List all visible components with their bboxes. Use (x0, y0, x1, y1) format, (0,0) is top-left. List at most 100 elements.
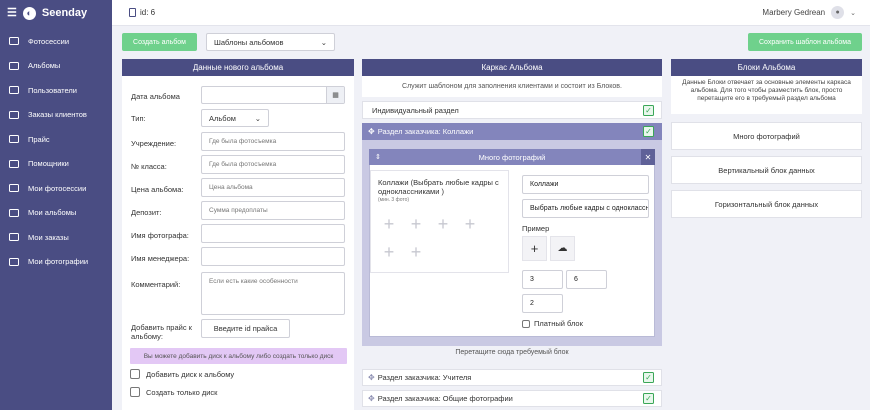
id-label: id: 6 (140, 8, 156, 17)
disk-info-note: Вы можете добавить диск к альбому либо с… (130, 348, 347, 364)
chevron-down-icon: ⌄ (254, 113, 261, 123)
price-field[interactable]: Цена альбома (201, 178, 345, 197)
sidebar-item-users[interactable]: Пользователи (0, 78, 112, 103)
drag-handle-icon[interactable]: ✥ (368, 394, 375, 403)
helpers-icon (9, 159, 19, 168)
sidebar-item-price[interactable]: Прайс (0, 127, 112, 152)
block-desc-field[interactable]: Выбрать любые кадры с одноклассн (522, 199, 649, 218)
cloud-upload-icon: ☁ (557, 243, 568, 254)
add-photo-icon[interactable]: + (405, 241, 427, 263)
price-icon (9, 135, 19, 144)
sidebar-item-helpers[interactable]: Помощники (0, 152, 112, 177)
comment-label: Комментарий: (131, 280, 181, 289)
type-label: Тип: (131, 114, 146, 123)
max-photos-field[interactable]: 6 (566, 270, 607, 289)
sidebar-item-label: Мои заказы (28, 232, 69, 242)
only-disk-label: Создать только диск (146, 387, 218, 397)
checkbox[interactable] (130, 387, 140, 397)
type-select[interactable]: Альбом ⌄ (201, 109, 269, 127)
client-section-label: Раздел заказчика: Учителя (377, 373, 472, 382)
block-name-field[interactable]: Коллажи (522, 175, 649, 194)
photographer-field[interactable] (201, 224, 345, 243)
comment-field[interactable]: Если есть какие особенности (201, 272, 345, 315)
drag-handle-icon[interactable]: ⇕ (375, 153, 381, 161)
paid-block-checkbox[interactable]: Платный блок (522, 319, 583, 328)
calendar-icon[interactable]: ▦ (326, 87, 344, 103)
sidebar-nav: Фотосессии Альбомы Пользователи Заказы к… (0, 29, 112, 274)
add-photo-icon[interactable]: + (432, 213, 454, 235)
date-field[interactable]: ▦ (201, 86, 345, 104)
sidebar-item-albums[interactable]: Альбомы (0, 54, 112, 79)
client-section-common[interactable]: ✥ Раздел заказчика: Общие фотографии ✓ (362, 390, 662, 407)
sidebar-item-label: Мои фотосессии (28, 183, 87, 193)
client-orders-icon (9, 110, 19, 119)
sidebar-item-photosessions[interactable]: Фотосессии (0, 29, 112, 54)
close-icon[interactable]: ✕ (641, 149, 655, 165)
albums-icon (9, 61, 19, 70)
manager-field[interactable] (201, 247, 345, 266)
sidebar-item-label: Альбомы (28, 61, 61, 71)
add-photo-icon[interactable]: + (459, 213, 481, 235)
sidebar-item-my-photosessions[interactable]: Мои фотосессии (0, 176, 112, 201)
id-indicator: id: 6 (129, 8, 155, 17)
collage-min: (мин. 3 фото) (378, 197, 410, 203)
class-field[interactable]: Где была фотосъемка (201, 155, 345, 174)
save-template-button[interactable]: Сохранить шаблон альбома (748, 33, 862, 51)
drag-handle-icon[interactable]: ✥ (368, 373, 375, 382)
block-item-horizontal-data[interactable]: Горизонтальный блок данных (671, 190, 862, 218)
price-id-button[interactable]: Введите id прайса (201, 319, 290, 338)
user-menu[interactable]: Marbery Gedrean ● ⌄ (762, 6, 856, 19)
client-section-teachers[interactable]: ✥ Раздел заказчика: Учителя ✓ (362, 369, 662, 386)
date-label: Дата альбома (131, 92, 180, 101)
add-photo-icon[interactable]: + (405, 213, 427, 235)
check-icon[interactable]: ✓ (643, 393, 654, 404)
new-album-title: Данные нового альбома (122, 59, 354, 76)
block-item-many-photos[interactable]: Много фотографий (671, 122, 862, 150)
sidebar-item-client-orders[interactable]: Заказы клиентов (0, 103, 112, 128)
sidebar-item-my-albums[interactable]: Мои альбомы (0, 201, 112, 226)
checkbox[interactable] (522, 319, 530, 328)
manager-label: Имя менеджера: (131, 254, 190, 263)
skeleton-subtitle: Служит шаблоном для заполнения клиентами… (362, 76, 662, 97)
brand[interactable]: ☰ ◐ Seenday (0, 0, 112, 26)
sidebar-item-label: Прайс (28, 134, 50, 144)
plus-icon: + (530, 241, 539, 256)
photosessions-icon (9, 37, 19, 46)
price-label: Цена альбома: (131, 185, 184, 194)
my-photosessions-icon (9, 184, 19, 193)
check-icon[interactable]: ✓ (643, 104, 654, 116)
checkbox[interactable] (130, 369, 140, 379)
only-disk-checkbox[interactable]: Создать только диск (130, 387, 217, 397)
sidebar-item-my-orders[interactable]: Мои заказы (0, 225, 112, 250)
check-icon[interactable]: ✓ (643, 372, 654, 383)
individual-section[interactable]: Индивидуальный раздел ✓ (362, 101, 662, 119)
sidebar-item-label: Мои альбомы (28, 208, 77, 218)
photographer-label: Имя фотографа: (131, 231, 189, 240)
deposit-field[interactable]: Сумма предоплаты (201, 201, 345, 220)
client-section-collages[interactable]: ✥ Раздел заказчика: Коллажи ✓ (362, 123, 662, 140)
block-card-header: ⇕ Много фотографий ✕ (369, 149, 655, 165)
add-photo-icon[interactable]: + (378, 241, 400, 263)
class-label: № класса: (131, 162, 167, 171)
individual-section-label: Индивидуальный раздел (372, 105, 459, 115)
create-album-button[interactable]: Создать альбом (122, 33, 197, 51)
check-icon[interactable]: ✓ (643, 126, 654, 137)
count-field[interactable]: 2 (522, 294, 563, 313)
deposit-label: Депозит: (131, 208, 162, 217)
add-disk-checkbox[interactable]: Добавить диск к альбому (130, 369, 234, 379)
topbar: id: 6 Marbery Gedrean ● ⌄ (112, 0, 870, 26)
menu-icon[interactable]: ☰ (7, 7, 17, 19)
avatar[interactable]: ● (831, 6, 845, 19)
block-item-vertical-data[interactable]: Вертикальный блок данных (671, 156, 862, 184)
min-photos-field[interactable]: 3 (522, 270, 563, 289)
sidebar-item-my-photos[interactable]: Мои фотографии (0, 250, 112, 275)
institution-field[interactable]: Где была фотосъемка (201, 132, 345, 151)
blocks-desc: Данные Блоки отвечает за основные элемен… (682, 79, 851, 102)
blocks-title: Блоки Альбома (671, 59, 862, 76)
chevron-down-icon[interactable]: ⌄ (850, 9, 856, 17)
templates-select[interactable]: Шаблоны альбомов ⌄ (206, 33, 335, 51)
add-example-button[interactable]: + (522, 236, 547, 261)
drag-handle-icon[interactable]: ✥ (368, 127, 375, 136)
upload-example-button[interactable]: ☁ (550, 236, 575, 261)
add-photo-icon[interactable]: + (378, 213, 400, 235)
